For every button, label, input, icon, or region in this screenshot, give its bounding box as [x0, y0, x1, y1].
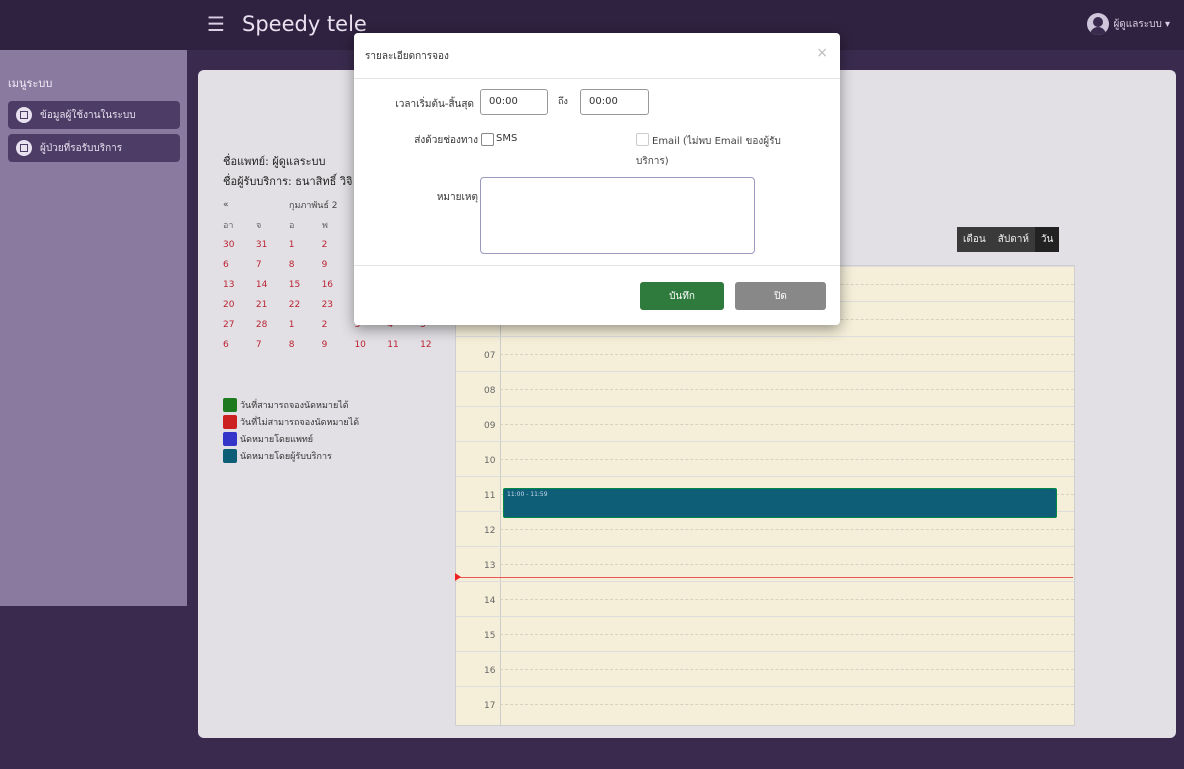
email-label-2: บริการ): [636, 156, 669, 167]
start-time-input[interactable]: 00:00: [480, 89, 548, 115]
send-channel-label: ส่งด้วยช่องทาง: [414, 135, 478, 146]
close-button[interactable]: ปิด: [735, 282, 826, 310]
sms-checkbox[interactable]: [481, 133, 494, 146]
to-label: ถึง: [558, 97, 568, 107]
booking-modal: รายละเอียดการจอง × เวลาเริ่มต้น-สิ้นสุด …: [354, 33, 840, 325]
sms-label: SMS: [496, 133, 518, 144]
email-label: Email (ไม่พบ Email ของผู้รับ: [652, 136, 781, 147]
note-textarea[interactable]: [480, 177, 755, 254]
end-time-input[interactable]: 00:00: [580, 89, 649, 115]
email-checkbox[interactable]: [636, 133, 649, 146]
close-icon[interactable]: ×: [816, 45, 828, 61]
note-label: หมายเหตุ: [436, 192, 478, 203]
modal-header: รายละเอียดการจอง ×: [354, 33, 840, 79]
save-button[interactable]: บันทึก: [640, 282, 724, 310]
modal-title: รายละเอียดการจอง: [365, 51, 449, 62]
modal-footer-divider: [354, 265, 840, 266]
time-label: เวลาเริ่มต้น-สิ้นสุด: [395, 99, 474, 110]
